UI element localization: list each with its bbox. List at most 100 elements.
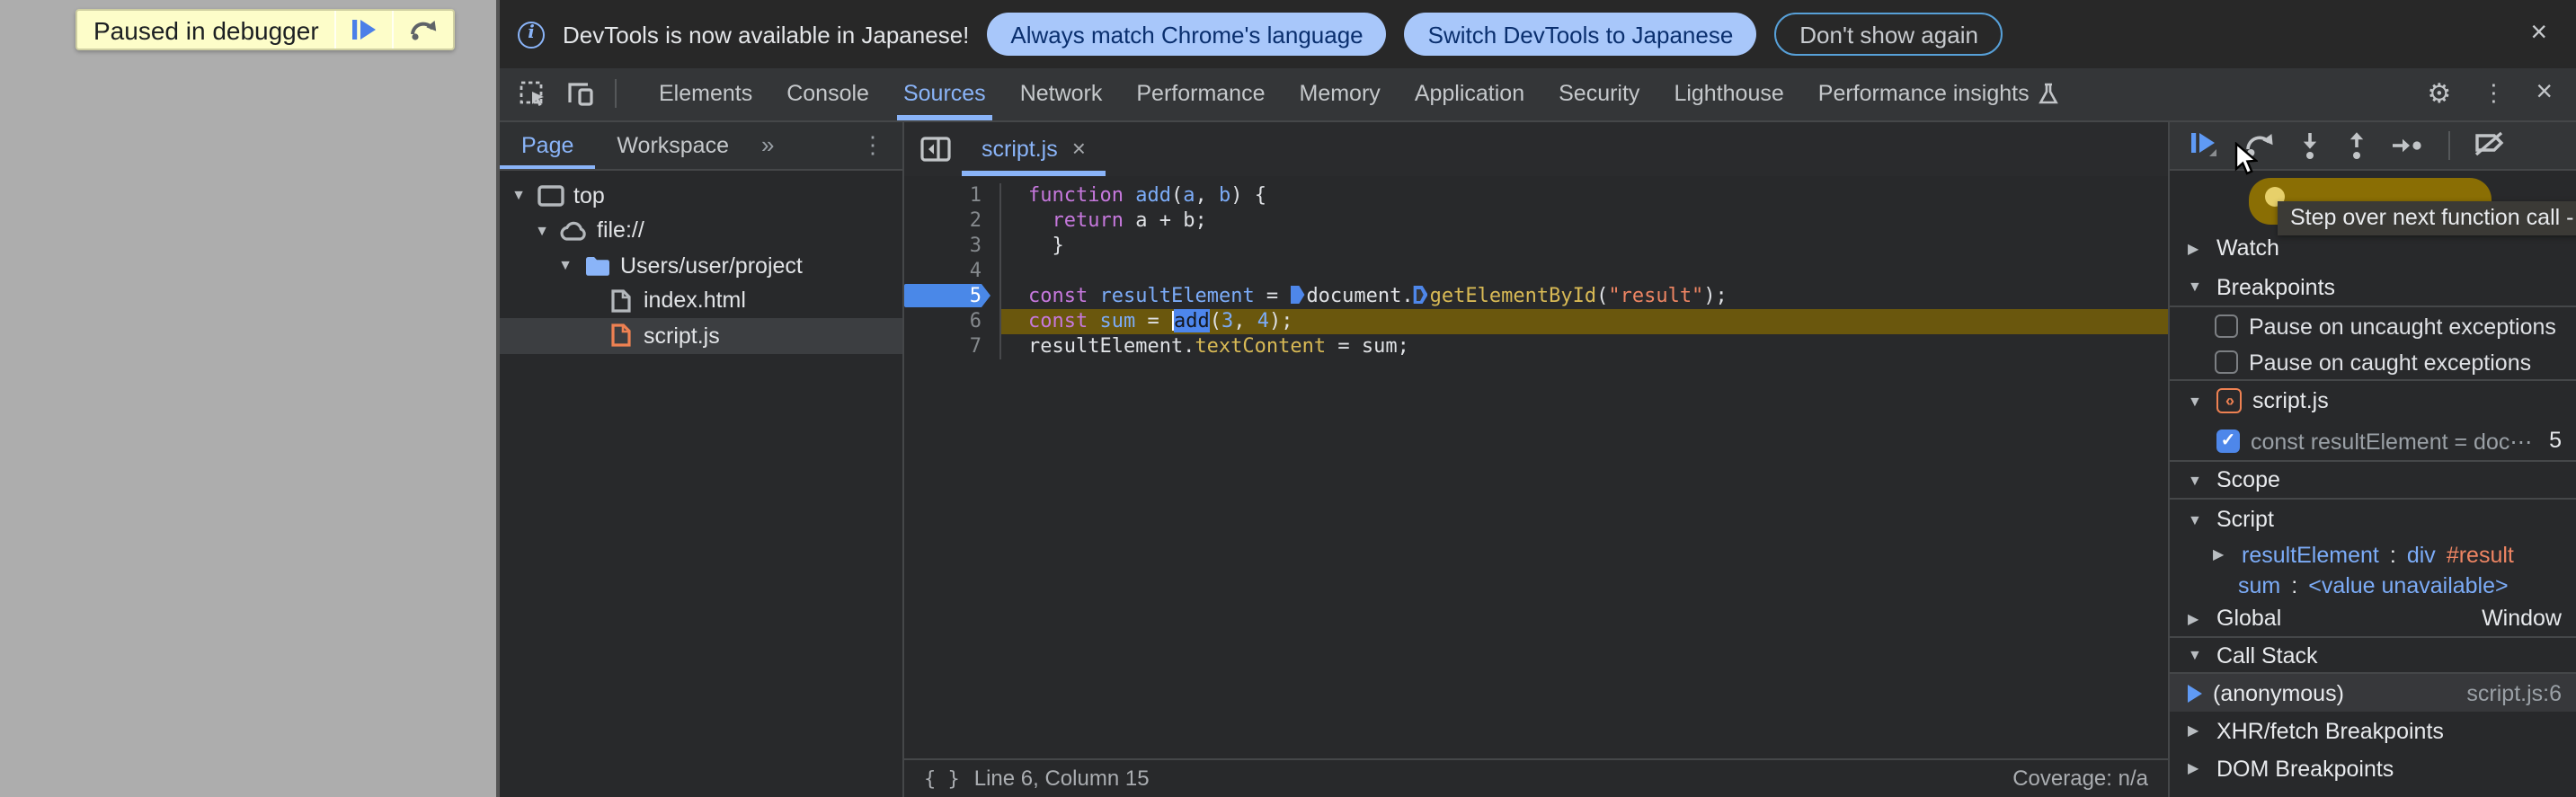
expanded-arrow-icon[interactable]: ▼ bbox=[557, 258, 573, 274]
editor-tabbar: script.js × bbox=[904, 121, 2168, 175]
section-breakpoints[interactable]: ▼ Breakpoints bbox=[2170, 268, 2576, 307]
expanded-arrow-icon[interactable]: ▼ bbox=[511, 188, 527, 204]
tab-page[interactable]: Page bbox=[500, 121, 596, 169]
infobar-message: DevTools is now available in Japanese! bbox=[563, 21, 970, 48]
gutter-line-2[interactable]: 2 bbox=[904, 208, 1001, 233]
deactivate-breakpoints-icon[interactable] bbox=[2474, 132, 2506, 159]
gutter-line-3[interactable]: 3 bbox=[904, 233, 1001, 258]
page-viewport: Paused in debugger bbox=[0, 0, 496, 797]
tab-console[interactable]: Console bbox=[769, 68, 886, 120]
tree-item-index.html[interactable]: index.html bbox=[500, 283, 902, 318]
pause-caught-checkbox[interactable] bbox=[2215, 350, 2238, 374]
line-number: 1 bbox=[969, 182, 982, 206]
section-call-stack[interactable]: ▼ Call Stack bbox=[2170, 636, 2576, 674]
gutter-line-6[interactable]: 6 bbox=[904, 308, 1001, 333]
code-line-content[interactable]: function add(a, b) { bbox=[1001, 182, 2168, 208]
collapsed-arrow-icon: ▶ bbox=[2188, 722, 2199, 739]
paused-execution-line[interactable]: const sum = add(3, 4); bbox=[1001, 308, 2168, 333]
resume-script-icon[interactable] bbox=[2190, 132, 2218, 159]
call-stack-frame-row[interactable]: (anonymous) script.js:6 bbox=[2170, 674, 2576, 712]
device-toolbar-icon[interactable] bbox=[566, 82, 595, 107]
section-scope[interactable]: ▼ Scope bbox=[2170, 460, 2576, 500]
tab-network[interactable]: Network bbox=[1003, 68, 1120, 120]
token-pl: document. bbox=[1306, 283, 1414, 306]
tab-performance[interactable]: Performance bbox=[1119, 68, 1282, 120]
breakpoint-gutter-line-5[interactable]: 5 bbox=[904, 283, 1001, 308]
step-icon[interactable] bbox=[2391, 137, 2423, 155]
tabbar-left-icons bbox=[500, 68, 617, 120]
code-line-4: 4 bbox=[904, 258, 2168, 283]
more-tabs-chevron-icon[interactable]: » bbox=[751, 132, 785, 159]
scope-script-row[interactable]: ▼ Script bbox=[2170, 500, 2576, 539]
pause-caught-row[interactable]: Pause on caught exceptions bbox=[2170, 345, 2576, 381]
step-out-icon[interactable] bbox=[2345, 131, 2367, 160]
tab-memory[interactable]: Memory bbox=[1283, 68, 1398, 120]
tab-application[interactable]: Application bbox=[1398, 68, 1541, 120]
scope-global-row[interactable]: ▶ Global Window bbox=[2170, 600, 2576, 636]
code-line-content[interactable] bbox=[1001, 258, 2168, 283]
gutter-line-1[interactable]: 1 bbox=[904, 182, 1001, 208]
collapse-sidebar-button[interactable] bbox=[904, 121, 962, 175]
step-over-page-button[interactable] bbox=[392, 11, 454, 49]
section-dom-breakpoints[interactable]: ▶ DOM Breakpoints bbox=[2170, 749, 2576, 787]
token-pl: ) { bbox=[1230, 182, 1266, 206]
always-match-language-button[interactable]: Always match Chrome's language bbox=[987, 13, 1387, 56]
navigator-kebab-icon[interactable]: ⋮ bbox=[861, 131, 902, 160]
cloud-icon bbox=[559, 218, 588, 244]
token-pl: } bbox=[1028, 233, 1064, 256]
code-line-content[interactable]: const resultElement = document. getElemen… bbox=[1001, 283, 2168, 308]
frame-location: script.js:6 bbox=[2466, 680, 2562, 705]
close-devtools-icon[interactable]: × bbox=[2536, 78, 2553, 111]
tree-item-users-user-project[interactable]: ▼ Users/user/project bbox=[500, 248, 902, 283]
frame-label: (anonymous) bbox=[2213, 680, 2344, 705]
tab-elements[interactable]: Elements bbox=[642, 68, 769, 120]
token-kw: return bbox=[1052, 208, 1124, 231]
tree-item-script.js[interactable]: script.js bbox=[500, 318, 902, 353]
code-line-content[interactable]: return a + b; bbox=[1001, 208, 2168, 233]
pause-uncaught-row[interactable]: Pause on uncaught exceptions bbox=[2170, 307, 2576, 345]
token-kw: const bbox=[1028, 308, 1088, 332]
settings-gear-icon[interactable]: ⚙ bbox=[2427, 78, 2451, 111]
expanded-arrow-icon: ▼ bbox=[2188, 393, 2202, 409]
paused-banner-label: Paused in debugger bbox=[93, 15, 319, 44]
gutter-line-4[interactable]: 4 bbox=[904, 258, 1001, 283]
gutter-line-7[interactable]: 7 bbox=[904, 333, 1001, 359]
resume-script-button[interactable] bbox=[334, 11, 393, 49]
token-pl: resultElement. bbox=[1028, 333, 1195, 357]
editor-tab-scriptjs[interactable]: script.js × bbox=[962, 121, 1106, 175]
tab-workspace[interactable]: Workspace bbox=[595, 121, 751, 169]
infobar-close-icon[interactable]: × bbox=[2523, 19, 2554, 49]
code-line-content[interactable]: resultElement.textContent = sum; bbox=[1001, 333, 2168, 359]
line-number: 5 bbox=[969, 283, 982, 306]
code-editor[interactable]: 1 function add(a, b) {2 return a + b; 3 } 4… bbox=[904, 175, 2168, 758]
devtools-panel: i DevTools is now available in Japanese!… bbox=[496, 0, 2576, 797]
section-xhr-breakpoints[interactable]: ▶ XHR/fetch Breakpoints bbox=[2170, 712, 2576, 749]
expanded-arrow-icon[interactable]: ▼ bbox=[534, 223, 550, 239]
pause-uncaught-checkbox[interactable] bbox=[2215, 314, 2238, 338]
inline-breakpoint-marker-active[interactable] bbox=[1290, 286, 1305, 304]
tab-performance-insights[interactable]: Performance insights bbox=[1801, 68, 2075, 120]
tree-item-file-[interactable]: ▼ file:// bbox=[500, 213, 902, 248]
tab-label: Console bbox=[786, 81, 869, 107]
inspect-element-icon[interactable] bbox=[520, 81, 546, 108]
scope-var-sum[interactable]: sum: <value unavailable> bbox=[2170, 570, 2576, 600]
close-tab-icon[interactable]: × bbox=[1072, 135, 1086, 162]
scope-var-resultelement[interactable]: ▶ resultElement: div #result bbox=[2170, 539, 2576, 570]
switch-to-japanese-button[interactable]: Switch DevTools to Japanese bbox=[1404, 13, 1757, 56]
breakpoint-entry-row[interactable]: ✓ const resultElement = doc⋯ 5 bbox=[2170, 421, 2576, 460]
breakpoint-group-row[interactable]: ▼ ‹› script.js bbox=[2170, 381, 2576, 421]
file-js-icon bbox=[606, 323, 635, 349]
breakpoint-checkbox[interactable]: ✓ bbox=[2216, 429, 2240, 452]
dont-show-again-button[interactable]: Don't show again bbox=[1774, 13, 2003, 56]
tab-sources[interactable]: Sources bbox=[886, 68, 1003, 120]
code-line-1: 1 function add(a, b) { bbox=[904, 182, 2168, 208]
inline-breakpoint-marker-inactive[interactable] bbox=[1413, 286, 1428, 304]
kebab-menu-icon[interactable]: ⋮ bbox=[2482, 80, 2505, 109]
pretty-print-icon[interactable]: { } bbox=[924, 767, 960, 791]
tab-security[interactable]: Security bbox=[1541, 68, 1657, 120]
token-prop: textContent bbox=[1195, 333, 1327, 357]
step-into-icon[interactable] bbox=[2299, 131, 2321, 160]
code-line-content[interactable]: } bbox=[1001, 233, 2168, 258]
tab-lighthouse[interactable]: Lighthouse bbox=[1657, 68, 1800, 120]
tree-item-top[interactable]: ▼ top bbox=[500, 178, 902, 213]
